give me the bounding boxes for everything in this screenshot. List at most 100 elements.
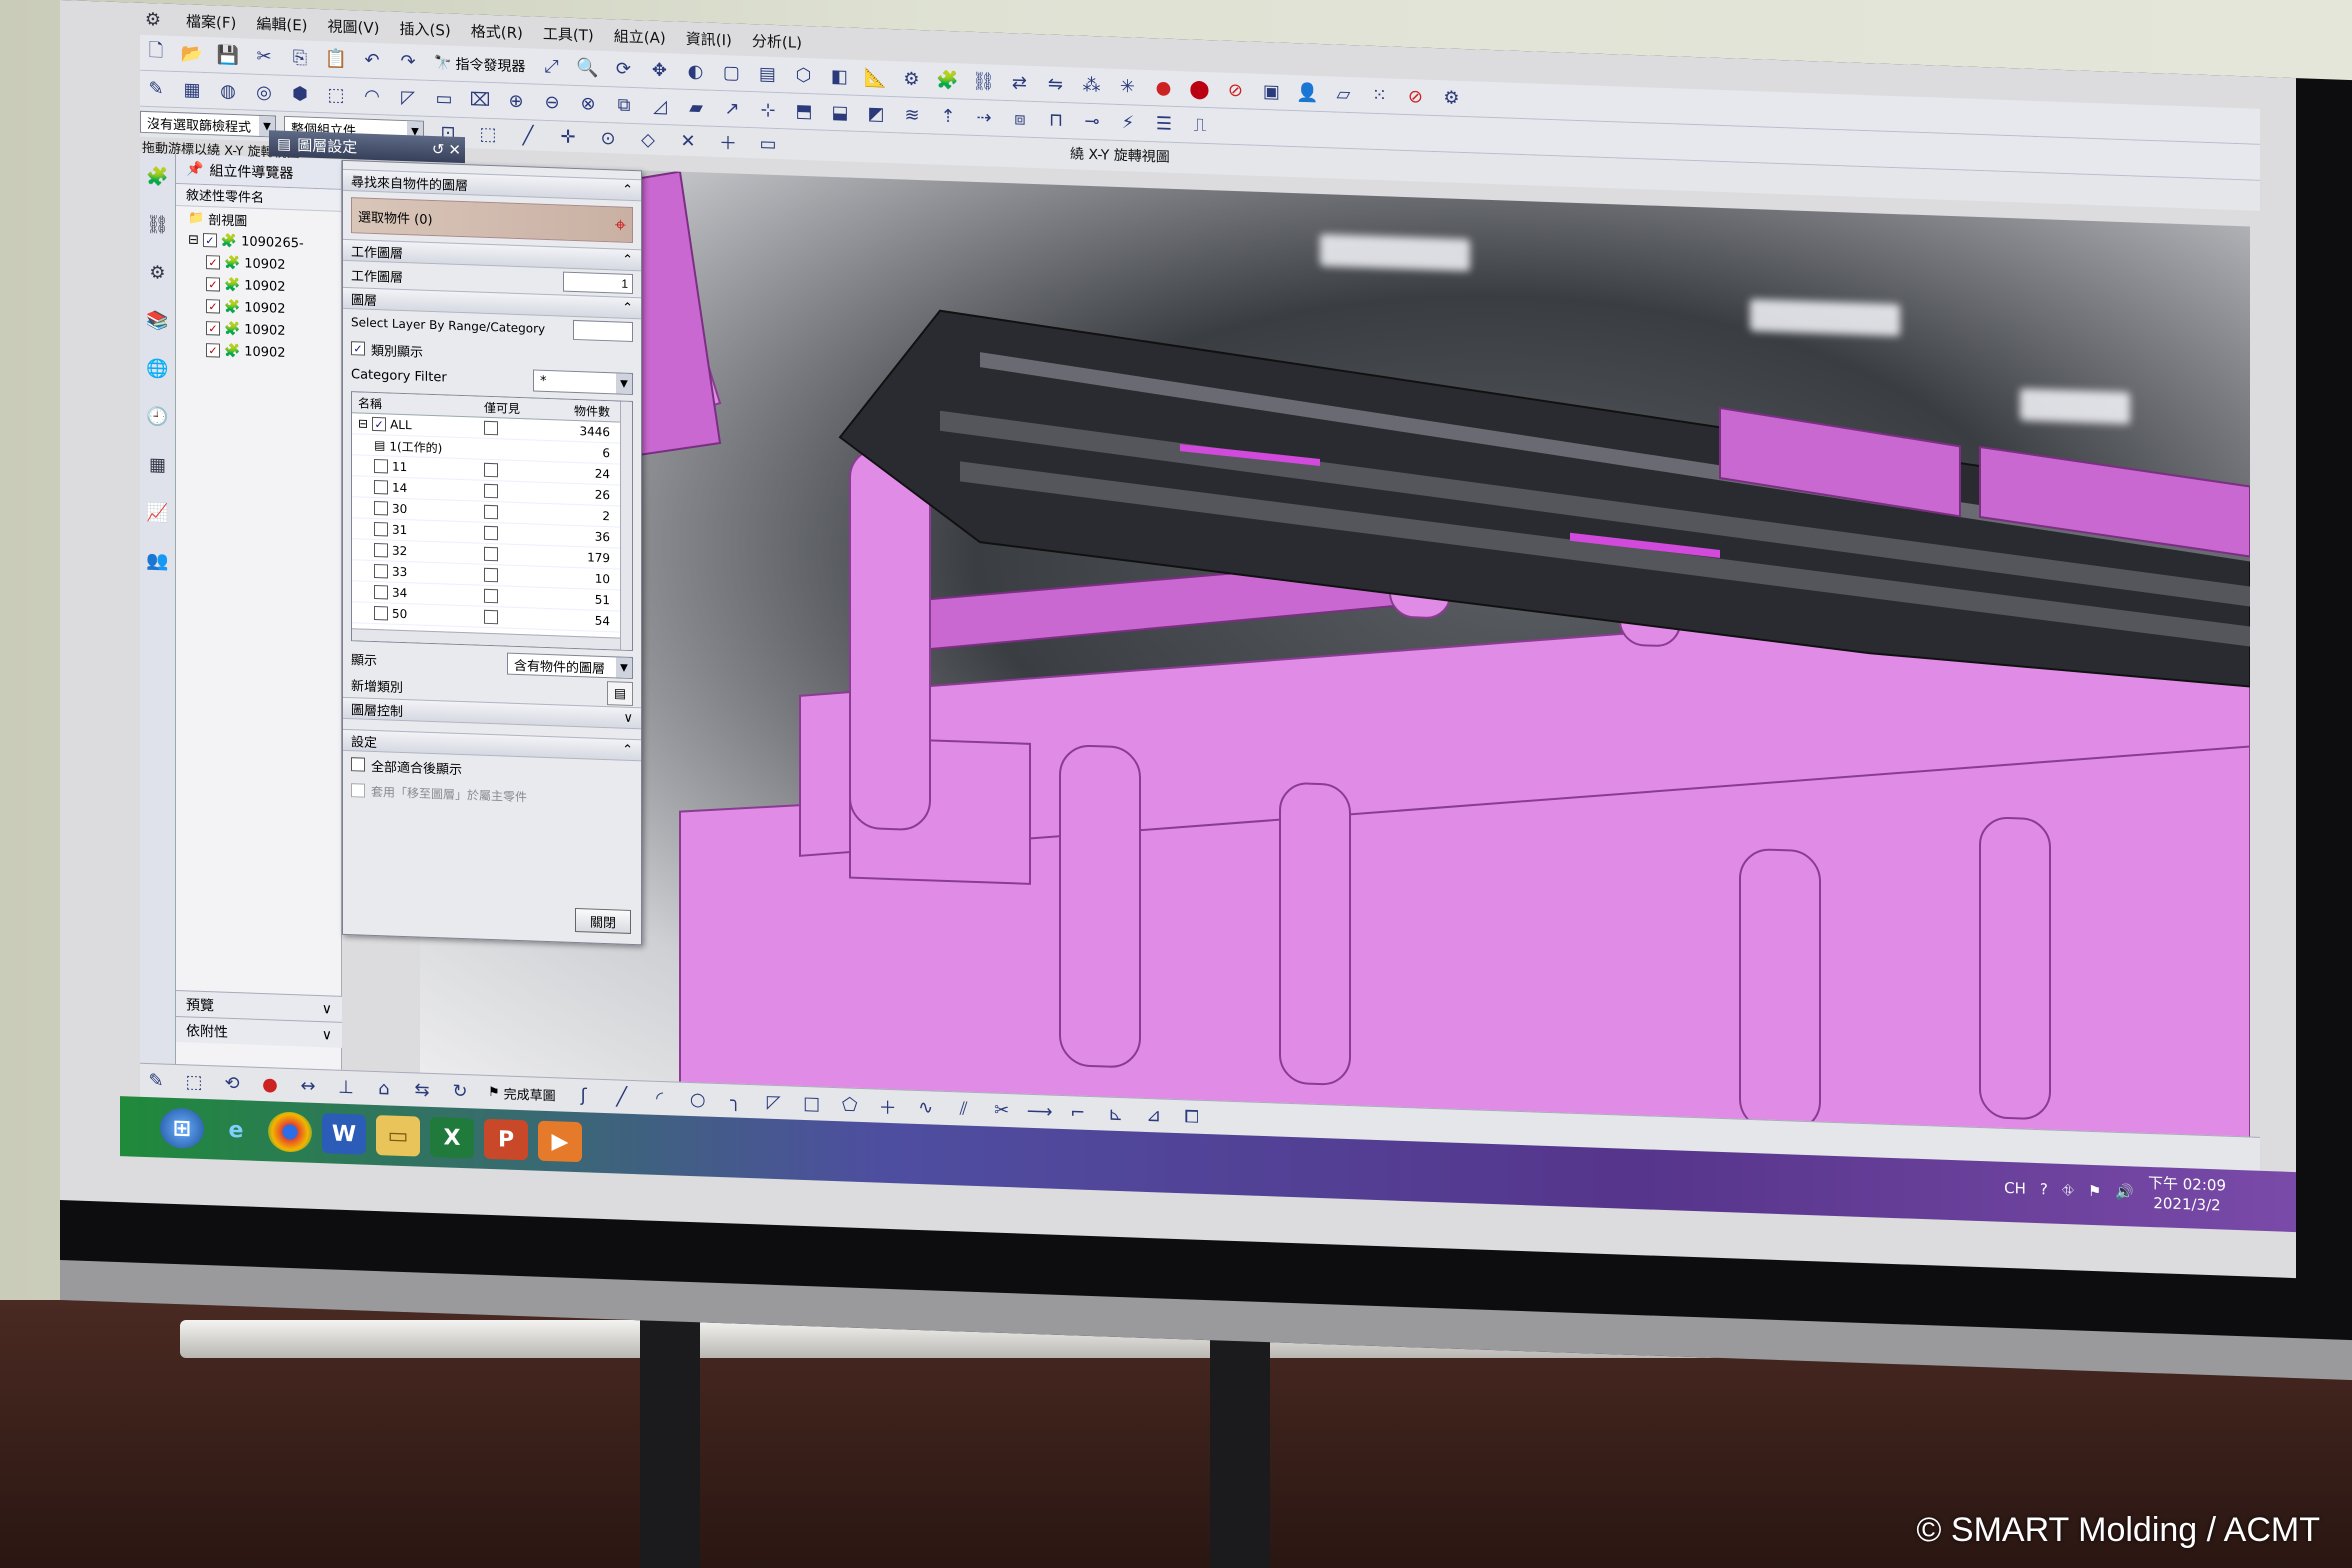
checkbox[interactable] [374, 458, 388, 474]
part-navigator-icon[interactable]: ⚙ [145, 259, 171, 286]
vertical-scrollbar[interactable] [620, 401, 632, 650]
new-file-icon[interactable]: 🗋 [140, 38, 172, 67]
col-name[interactable]: 名稱 [352, 394, 484, 416]
roles-icon[interactable]: 👥 [145, 547, 171, 574]
crosshair-icon[interactable]: ⌖ [615, 212, 626, 236]
sphere-dark-icon[interactable]: ⬤ [1183, 75, 1215, 104]
mirror-icon[interactable]: ⇋ [1039, 70, 1071, 99]
powerpoint-icon[interactable]: P [484, 1118, 528, 1161]
command-finder-button[interactable]: 🔭 指令發現器 [428, 52, 531, 76]
subtract-icon[interactable]: ⊖ [536, 88, 568, 117]
menu-insert[interactable]: 插入(S) [400, 17, 451, 40]
extrude-icon[interactable]: ▦ [176, 76, 208, 105]
menu-info[interactable]: 資訊(I) [686, 27, 732, 50]
assembly-navigator-icon[interactable]: 🧩 [145, 163, 171, 190]
arc-icon[interactable]: ◜ [644, 1084, 676, 1113]
ejector-icon[interactable]: ⇡ [932, 102, 964, 131]
circle-icon[interactable]: ○ [682, 1085, 714, 1114]
explode-icon[interactable]: ✳ [1111, 72, 1143, 101]
quick-trim-icon[interactable]: ✂ [986, 1096, 1018, 1125]
show-constraints-icon[interactable]: ⧠ [1176, 1102, 1208, 1131]
rectangle-icon[interactable]: □ [796, 1089, 828, 1118]
ie-icon[interactable]: e [214, 1109, 258, 1151]
mold-icon[interactable]: ⬒ [788, 97, 820, 126]
close-icon[interactable]: ✕ [448, 141, 461, 159]
dependencies-panel-toggle[interactable]: 依附性 ∨ [176, 1016, 342, 1048]
visible-only-checkbox[interactable] [484, 567, 498, 583]
pin-icon[interactable]: 📌 [186, 161, 203, 178]
quick-extend-icon[interactable]: ⟶ [1024, 1097, 1056, 1126]
reuse-library-icon[interactable]: 📚 [145, 307, 171, 334]
copy-icon[interactable]: ⎘ [284, 43, 316, 72]
snap-intersect-icon[interactable]: ✕ [672, 126, 704, 155]
graphics-viewport[interactable] [420, 162, 2250, 1157]
shaded-icon[interactable]: ● [254, 1070, 286, 1099]
shell-icon[interactable]: ▭ [428, 84, 460, 113]
insert-icon[interactable]: ⧈ [1004, 104, 1036, 133]
reset-icon[interactable]: ↺ [432, 140, 445, 158]
checkbox[interactable]: ✓ [202, 232, 217, 248]
orient-icon[interactable]: ⟲ [216, 1069, 248, 1098]
cooling-icon[interactable]: ≋ [896, 101, 928, 130]
menu-assembly[interactable]: 組立(A) [614, 25, 666, 48]
offset-curve-icon[interactable]: ⫽ [948, 1094, 980, 1123]
checkbox[interactable]: ✓ [206, 277, 220, 292]
chrome-icon[interactable] [268, 1111, 312, 1153]
settings-icon[interactable]: ⚙ [1435, 84, 1467, 113]
visible-only-checkbox[interactable] [484, 609, 498, 625]
apply-move-checkbox[interactable] [351, 783, 365, 798]
clock[interactable]: 下午 02:09 2021/3/2 [2148, 1173, 2226, 1216]
datum-axis-icon[interactable]: ↗ [716, 94, 748, 123]
update-icon[interactable]: ↻ [444, 1077, 476, 1106]
checkbox[interactable] [374, 584, 388, 600]
save-icon[interactable]: 💾 [212, 41, 244, 70]
section-find-layers[interactable]: 尋找來自物件的圖層 ⌃ [343, 168, 641, 202]
checkbox[interactable]: ✓ [206, 343, 220, 358]
snap-midpoint-icon[interactable]: ✛ [552, 122, 584, 151]
spline-icon[interactable]: ∿ [910, 1093, 942, 1122]
fit-view-icon[interactable]: ⤢ [535, 52, 567, 81]
hole-icon[interactable]: ◎ [248, 78, 280, 107]
make-corner-icon[interactable]: ⌐ [1062, 1098, 1094, 1127]
checkbox[interactable] [374, 542, 388, 558]
type-filter-select[interactable]: 沒有選取篩檢程式 ▼ [140, 110, 276, 138]
flag-icon[interactable]: ⚑ [2088, 1182, 2101, 1200]
checkbox[interactable] [374, 500, 388, 516]
reattach-icon[interactable]: ⇆ [406, 1076, 438, 1105]
history-icon[interactable]: 🕘 [145, 403, 171, 430]
tree-item-component[interactable]: ✓ 🧩 10902 [176, 338, 341, 366]
draft-icon[interactable]: ◿ [644, 92, 676, 121]
snap-quadrant-icon[interactable]: ◇ [632, 125, 664, 154]
undo-icon[interactable]: ↶ [356, 46, 388, 75]
open-file-icon[interactable]: 📂 [176, 40, 208, 69]
pocket-icon[interactable]: ⬚ [320, 81, 352, 110]
pan-icon[interactable]: ✥ [643, 56, 675, 85]
orient-view-icon[interactable]: ⬡ [787, 61, 819, 90]
boss-icon[interactable]: ⬢ [284, 79, 316, 108]
select-object-field[interactable]: 選取物件 (0) ⌖ [351, 197, 633, 244]
person-icon[interactable]: 👤 [1291, 79, 1323, 108]
sphere-icon[interactable]: ● [1147, 73, 1179, 102]
datum-plane-icon[interactable]: ▰ [680, 93, 712, 122]
redo-icon[interactable]: ↷ [392, 47, 424, 76]
move-component-icon[interactable]: ⇄ [1003, 68, 1035, 97]
app-icon[interactable]: ⚙ [140, 6, 166, 33]
view-sketch-icon[interactable]: ⌂ [368, 1074, 400, 1103]
help-icon[interactable]: ? [2040, 1180, 2048, 1198]
section-view-icon[interactable]: ◧ [823, 62, 855, 91]
checkbox[interactable] [374, 479, 388, 495]
paste-icon[interactable]: 📋 [320, 45, 352, 74]
snap-center-icon[interactable]: ⊙ [592, 124, 624, 153]
volume-icon[interactable]: 🔊 [2115, 1183, 2134, 1202]
display-select[interactable]: 含有物件的圖層 ▼ [507, 652, 633, 680]
gate-icon[interactable]: ⊓ [1040, 106, 1072, 135]
component-icon[interactable]: 🧩 [931, 66, 963, 95]
grid-icon[interactable]: ⁙ [1363, 81, 1395, 110]
array-icon[interactable]: ⁂ [1075, 71, 1107, 100]
process-studio-icon[interactable]: 📈 [145, 499, 171, 526]
selection-icon[interactable]: ⬚ [178, 1068, 210, 1097]
work-layer-input[interactable] [563, 271, 633, 295]
excel-icon[interactable]: X [430, 1116, 474, 1159]
snap-endpoint-icon[interactable]: ╱ [512, 121, 544, 150]
zoom-icon[interactable]: 🔍 [571, 53, 603, 82]
